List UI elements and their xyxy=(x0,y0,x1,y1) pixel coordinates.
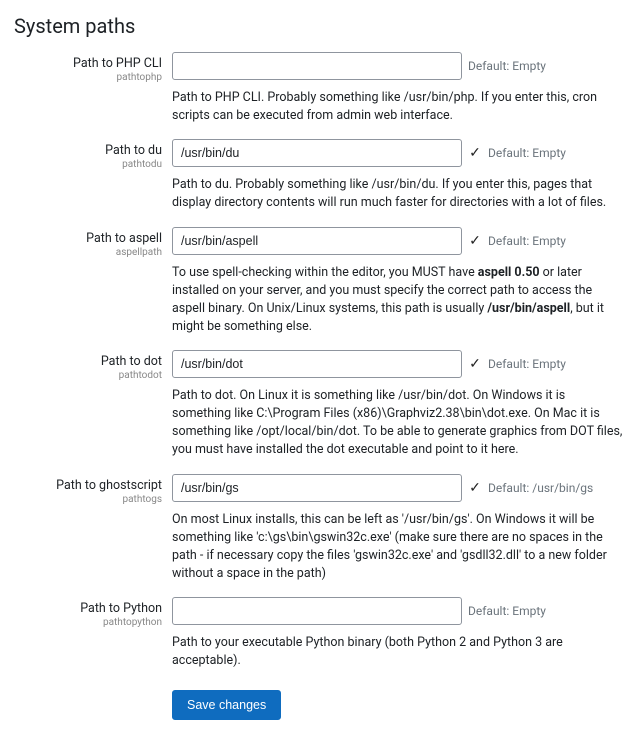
key-pathtopython: pathtopython xyxy=(14,617,162,628)
desc-row: Path to du. Probably something like /usr… xyxy=(14,176,626,212)
desc-row: Path to PHP CLI. Probably something like… xyxy=(14,89,626,125)
system-paths-panel: System paths Path to PHP CLI pathtophp D… xyxy=(0,0,640,746)
row-aspellpath: Path to aspell aspellpath ✓ Default: Emp… xyxy=(14,227,626,258)
input-pathtodot[interactable] xyxy=(172,350,462,378)
default-pathtopython: Default: Empty xyxy=(468,604,546,618)
default-aspellpath: Default: Empty xyxy=(488,234,566,248)
label-pathtophp: Path to PHP CLI xyxy=(14,56,162,71)
field-line: ✓ Default: /usr/bin/gs xyxy=(172,474,626,502)
desc-row: On most Linux installs, this can be left… xyxy=(14,511,626,584)
default-pathtodu: Default: Empty xyxy=(488,146,566,160)
row-pathtophp: Path to PHP CLI pathtophp Default: Empty xyxy=(14,52,626,83)
check-icon: ✓ xyxy=(468,356,482,372)
desc-row: Path to your executable Python binary (b… xyxy=(14,634,626,670)
label-pathtopython: Path to Python xyxy=(14,601,162,616)
field-line: ✓ Default: Empty xyxy=(172,227,626,255)
field-line: ✓ Default: Empty xyxy=(172,350,626,378)
label-pathtodot: Path to dot xyxy=(14,354,162,369)
desc-pathtogs: On most Linux installs, this can be left… xyxy=(172,511,626,584)
row-pathtodu: Path to du pathtodu ✓ Default: Empty xyxy=(14,139,626,170)
label-col: Path to du pathtodu xyxy=(14,139,172,170)
label-col: Path to PHP CLI pathtophp xyxy=(14,52,172,83)
section-title: System paths xyxy=(14,14,626,38)
default-pathtogs: Default: /usr/bin/gs xyxy=(488,481,593,495)
field-col: Default: Empty xyxy=(172,597,626,625)
default-pathtodot: Default: Empty xyxy=(488,357,566,371)
field-col: ✓ Default: /usr/bin/gs xyxy=(172,474,626,502)
field-col: Default: Empty xyxy=(172,52,626,80)
row-pathtopython: Path to Python pathtopython Default: Emp… xyxy=(14,597,626,628)
label-col: Path to aspell aspellpath xyxy=(14,227,172,258)
check-icon: ✓ xyxy=(468,145,482,161)
label-col: Path to ghostscript pathtogs xyxy=(14,474,172,505)
row-pathtogs: Path to ghostscript pathtogs ✓ Default: … xyxy=(14,474,626,505)
field-line: Default: Empty xyxy=(172,597,626,625)
input-aspellpath[interactable] xyxy=(172,227,462,255)
key-pathtodu: pathtodu xyxy=(14,159,162,170)
label-pathtogs: Path to ghostscript xyxy=(14,478,162,493)
input-pathtodu[interactable] xyxy=(172,139,462,167)
label-col: Path to dot pathtodot xyxy=(14,350,172,381)
desc-pathtopython: Path to your executable Python binary (b… xyxy=(172,634,626,670)
desc-row: To use spell-checking within the editor,… xyxy=(14,264,626,337)
key-aspellpath: aspellpath xyxy=(14,247,162,258)
field-line: Default: Empty xyxy=(172,52,626,80)
label-col: Path to Python pathtopython xyxy=(14,597,172,628)
desc-pathtodu: Path to du. Probably something like /usr… xyxy=(172,176,626,212)
save-button[interactable]: Save changes xyxy=(172,690,281,720)
field-col: ✓ Default: Empty xyxy=(172,139,626,167)
field-line: ✓ Default: Empty xyxy=(172,139,626,167)
label-pathtodu: Path to du xyxy=(14,143,162,158)
field-col: ✓ Default: Empty xyxy=(172,227,626,255)
field-col: ✓ Default: Empty xyxy=(172,350,626,378)
row-pathtodot: Path to dot pathtodot ✓ Default: Empty xyxy=(14,350,626,381)
submit-row: Save changes xyxy=(14,684,626,720)
key-pathtodot: pathtodot xyxy=(14,370,162,381)
input-pathtogs[interactable] xyxy=(172,474,462,502)
key-pathtogs: pathtogs xyxy=(14,494,162,505)
desc-aspellpath: To use spell-checking within the editor,… xyxy=(172,264,626,337)
check-icon: ✓ xyxy=(468,480,482,496)
desc-pathtophp: Path to PHP CLI. Probably something like… xyxy=(172,89,626,125)
key-pathtophp: pathtophp xyxy=(14,72,162,83)
input-pathtophp[interactable] xyxy=(172,52,462,80)
input-pathtopython[interactable] xyxy=(172,597,462,625)
desc-pathtodot: Path to dot. On Linux it is something li… xyxy=(172,387,626,460)
label-aspellpath: Path to aspell xyxy=(14,231,162,246)
default-pathtophp: Default: Empty xyxy=(468,59,546,73)
check-icon: ✓ xyxy=(468,233,482,249)
desc-row: Path to dot. On Linux it is something li… xyxy=(14,387,626,460)
